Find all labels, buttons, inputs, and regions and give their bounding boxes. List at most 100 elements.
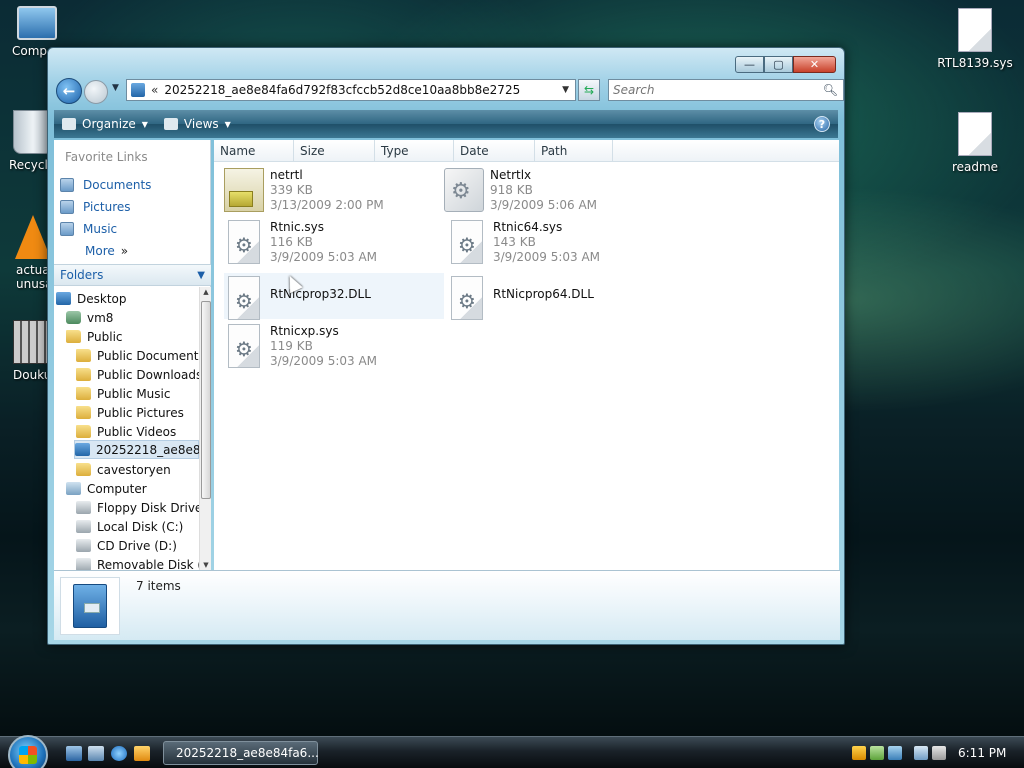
setup-info-icon: [224, 168, 264, 212]
system-tray: 6:11 PM: [852, 741, 1024, 765]
column-path[interactable]: Path: [535, 140, 613, 162]
help-button[interactable]: ?: [814, 116, 830, 132]
navigation-bar: ← ▼ « 20252218_ae8e84fa6d792f83cfccb52d8…: [56, 77, 844, 107]
minimize-button[interactable]: —: [735, 56, 764, 73]
tree-item-cavestoryen[interactable]: cavestoryen: [76, 460, 171, 479]
chevron-down-icon: ▼: [224, 119, 231, 129]
folder-icon: [76, 425, 91, 438]
desktop-icon-rtl8139[interactable]: RTL8139.sys: [930, 8, 1020, 70]
search-box: 🔍︎: [608, 79, 844, 101]
column-header: Name Size Type Date Path: [214, 140, 839, 162]
tree-item-vm8[interactable]: vm8: [66, 308, 113, 327]
folder-tree: Desktop vm8 Public Public Documents Publ…: [54, 287, 199, 570]
search-icon[interactable]: 🔍︎: [823, 83, 838, 97]
folder-icon: [66, 330, 81, 343]
refresh-button[interactable]: ⇆: [578, 79, 600, 101]
dll-file-icon: [228, 276, 260, 320]
chevron-down-icon: ▼: [141, 119, 148, 129]
network-icon[interactable]: [914, 746, 928, 760]
pictures-icon: [60, 200, 74, 214]
shield-icon[interactable]: [852, 746, 866, 760]
file-item-netrtlx[interactable]: Netrtlx918 KB3/9/2009 5:06 AM: [444, 168, 664, 218]
tree-item-public[interactable]: Public: [66, 327, 123, 346]
vlc-icon: [15, 215, 51, 259]
folder-icon: [76, 406, 91, 419]
tree-item-desktop[interactable]: Desktop: [56, 289, 127, 308]
favorite-link-more[interactable]: More »: [85, 242, 128, 260]
tree-item-public-videos[interactable]: Public Videos: [76, 422, 176, 441]
windows-logo-icon: [19, 746, 37, 764]
scroll-up-icon[interactable]: ▲: [200, 288, 212, 296]
column-name[interactable]: Name: [214, 140, 294, 162]
taskbar-button-explorer[interactable]: 20252218_ae8e84fa6...: [163, 741, 319, 765]
folder-preview: [60, 577, 120, 635]
desktop-icon: [56, 292, 71, 305]
back-button[interactable]: ←: [56, 78, 82, 104]
folder-icon: [76, 463, 91, 476]
cd-drive-icon: [76, 539, 91, 552]
tree-scrollbar[interactable]: ▲ ▼: [199, 287, 211, 570]
maximize-button[interactable]: ▢: [764, 56, 793, 73]
recent-pages-dropdown[interactable]: ▼: [112, 83, 119, 93]
favorite-links-title: Favorite Links: [65, 150, 148, 164]
floppy-icon: [76, 501, 91, 514]
switch-windows-icon[interactable]: [88, 746, 104, 761]
tree-item-computer[interactable]: Computer: [66, 479, 147, 498]
system-file-icon: [451, 220, 483, 264]
breadcrumb-chevron[interactable]: «: [151, 83, 158, 97]
file-item-rtnicxp-sys[interactable]: Rtnicxp.sys119 KB3/9/2009 5:03 AM: [224, 324, 444, 374]
tree-item-public-downloads[interactable]: Public Downloads: [76, 365, 199, 384]
tree-item-floppy[interactable]: Floppy Disk Drive (: [76, 498, 199, 517]
favorite-link-pictures[interactable]: Pictures: [60, 198, 131, 216]
column-date[interactable]: Date: [454, 140, 535, 162]
taskbar: 20252218_ae8e84fa6... 6:11 PM: [0, 735, 1024, 768]
command-toolbar: Organize ▼ Views ▼ ?: [54, 110, 838, 138]
arrow-left-icon: ←: [62, 82, 76, 100]
file-item-netrtl[interactable]: netrtl 339 KB 3/13/2009 2:00 PM: [224, 168, 444, 218]
file-item-rtnic-sys[interactable]: Rtnic.sys116 KB3/9/2009 5:03 AM: [224, 220, 444, 270]
volume-muted-icon[interactable]: [932, 746, 946, 760]
favorite-link-music[interactable]: Music: [60, 220, 117, 238]
show-desktop-icon[interactable]: [66, 746, 82, 761]
tools-icon[interactable]: [870, 746, 884, 760]
network-grid-icon[interactable]: [888, 746, 902, 760]
text-file-icon: [958, 112, 992, 156]
close-button[interactable]: ✕: [793, 56, 836, 73]
file-item-rtnicprop64-dll[interactable]: RtNicprop64.DLL: [447, 273, 667, 320]
column-type[interactable]: Type: [375, 140, 454, 162]
desktop-icon-readme[interactable]: readme: [930, 112, 1020, 174]
favorite-link-documents[interactable]: Documents: [60, 176, 151, 194]
tree-item-public-music[interactable]: Public Music: [76, 384, 170, 403]
tree-item-current-folder[interactable]: 20252218_ae8e84fa: [74, 440, 199, 459]
scroll-thumb[interactable]: [201, 301, 211, 499]
tree-item-cd-drive[interactable]: CD Drive (D:): [76, 536, 177, 555]
details-pane: 7 items: [54, 570, 840, 640]
views-icon: [163, 118, 178, 130]
tree-item-public-documents[interactable]: Public Documents: [76, 346, 199, 365]
search-input[interactable]: [613, 83, 813, 97]
file-item-rtnic64-sys[interactable]: Rtnic64.sys143 KB3/9/2009 5:03 AM: [447, 220, 667, 270]
address-dropdown-icon[interactable]: ▼: [562, 85, 569, 95]
media-player-icon[interactable]: [134, 746, 150, 761]
file-item-rtnicprop32-dll[interactable]: RtNicprop32.DLL: [224, 273, 444, 320]
computer-icon: [66, 482, 81, 495]
removable-drive-icon: [76, 558, 91, 570]
address-bar[interactable]: « 20252218_ae8e84fa6d792f83cfccb52d8ce10…: [126, 79, 576, 101]
tree-item-removable-disk[interactable]: Removable Disk (E: [76, 555, 199, 570]
address-path: 20252218_ae8e84fa6d792f83cfccb52d8ce10aa…: [164, 83, 521, 97]
folders-toggle[interactable]: Folders ▼: [54, 264, 211, 286]
views-button[interactable]: Views ▼: [156, 110, 239, 138]
forward-button[interactable]: [84, 80, 108, 104]
internet-explorer-icon[interactable]: [111, 746, 127, 761]
driver-folder-icon: [131, 83, 145, 97]
column-size[interactable]: Size: [294, 140, 375, 162]
tree-item-local-disk[interactable]: Local Disk (C:): [76, 517, 183, 536]
chevron-down-icon: ▼: [197, 269, 205, 281]
caption-buttons: — ▢ ✕: [735, 56, 836, 73]
scroll-down-icon[interactable]: ▼: [200, 561, 212, 569]
organize-button[interactable]: Organize ▼: [54, 110, 156, 138]
start-button[interactable]: [8, 735, 48, 768]
music-icon: [60, 222, 74, 236]
tree-item-public-pictures[interactable]: Public Pictures: [76, 403, 184, 422]
clock[interactable]: 6:11 PM: [958, 746, 1006, 760]
